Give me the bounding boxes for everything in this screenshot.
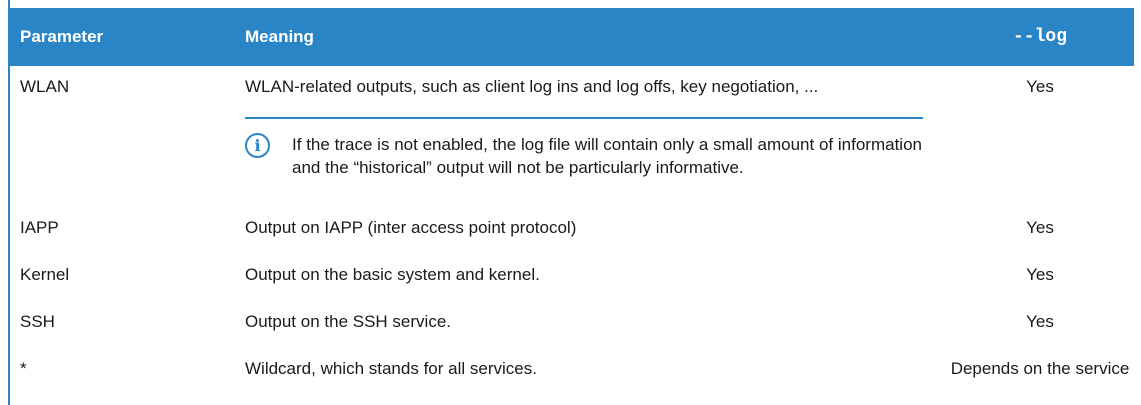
log-cell: Depends on the service bbox=[950, 359, 1130, 378]
header-parameter: Parameter bbox=[20, 27, 104, 46]
table-row: SSH Output on the SSH service. Yes bbox=[9, 303, 1134, 350]
log-cell: Yes bbox=[1026, 265, 1054, 284]
info-icon: i bbox=[245, 133, 270, 158]
meaning-cell: Output on the basic system and kernel. bbox=[245, 265, 540, 284]
table-row: WLAN WLAN-related outputs, such as clien… bbox=[9, 66, 1134, 113]
header-meaning: Meaning bbox=[245, 27, 314, 46]
note-divider bbox=[245, 117, 923, 119]
document-page: Parameter Meaning --log WLAN WLAN-relate… bbox=[0, 0, 1141, 405]
info-note: i If the trace is not enabled, the log f… bbox=[245, 133, 946, 179]
parameter-cell: * bbox=[20, 359, 27, 378]
header-log: --log bbox=[1012, 27, 1067, 47]
meaning-cell: Wildcard, which stands for all services. bbox=[245, 359, 537, 378]
parameter-table: Parameter Meaning --log WLAN WLAN-relate… bbox=[9, 8, 1134, 397]
parameter-cell: IAPP bbox=[20, 218, 59, 237]
meaning-cell: Output on IAPP (inter access point proto… bbox=[245, 218, 577, 237]
table-row: Kernel Output on the basic system and ke… bbox=[9, 256, 1134, 303]
log-cell: Yes bbox=[1026, 77, 1054, 96]
parameter-cell: Kernel bbox=[20, 265, 70, 284]
parameter-cell: SSH bbox=[20, 312, 55, 331]
table-row: IAPP Output on IAPP (inter access point … bbox=[9, 209, 1134, 256]
note-cell: i If the trace is not enabled, the log f… bbox=[245, 113, 946, 209]
log-cell: Yes bbox=[1026, 218, 1054, 237]
log-cell: Yes bbox=[1026, 312, 1054, 331]
table-header-row: Parameter Meaning --log bbox=[9, 8, 1134, 66]
table-row: * Wildcard, which stands for all service… bbox=[9, 350, 1134, 397]
note-row: i If the trace is not enabled, the log f… bbox=[9, 113, 1134, 209]
meaning-cell: WLAN-related outputs, such as client log… bbox=[245, 77, 819, 96]
note-text: If the trace is not enabled, the log fil… bbox=[292, 135, 922, 177]
parameter-cell: WLAN bbox=[20, 77, 70, 96]
meaning-cell: Output on the SSH service. bbox=[245, 312, 451, 331]
